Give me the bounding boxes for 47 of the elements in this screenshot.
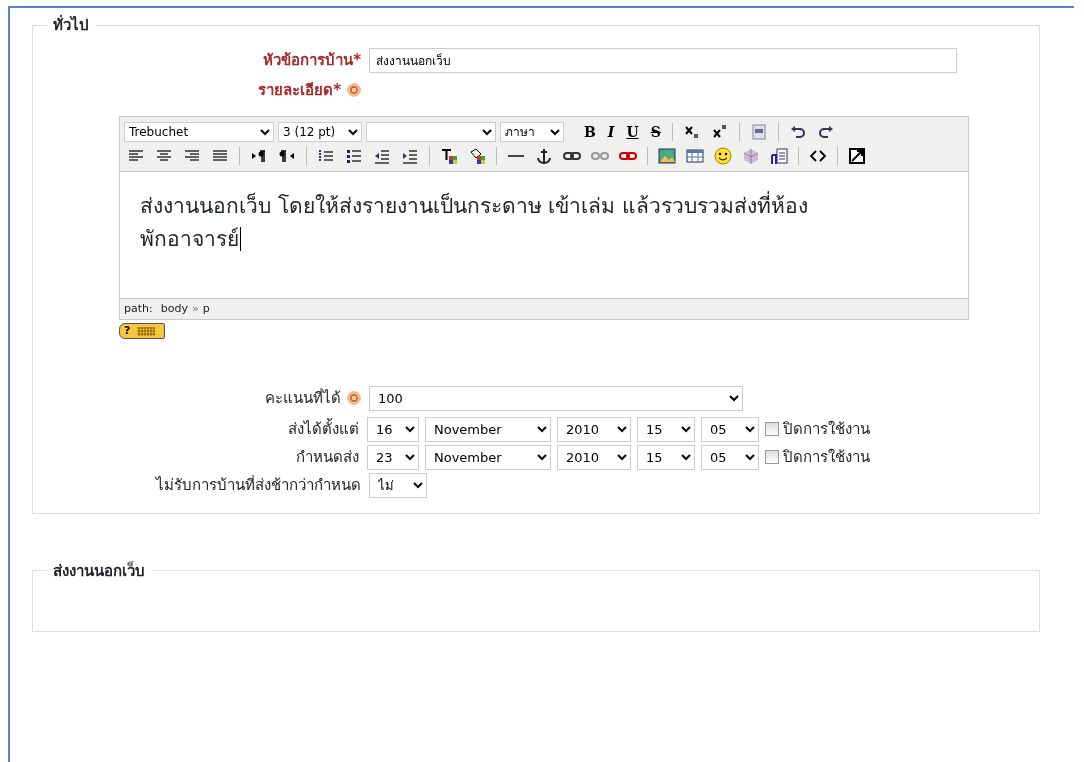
field-label: หัวข้อการบ้าน* — [262, 50, 361, 72]
field-label: ไม่รับการบ้านที่ส่งช้ากว่ากำหนด — [156, 475, 361, 494]
minute-dropdown[interactable]: 05 — [701, 444, 759, 470]
keyboard-help-button[interactable]: ? — [119, 323, 166, 340]
editor-text-area[interactable]: ส่งงานนอกเว็บ โดยให้ส่งรายงานเป็นกระดาษ เข้าเล่ม แล้วรวบรวมส่งที่ห้องพักอาจารย์ — [120, 170, 968, 299]
field-label: รายละเอียด* — [258, 80, 341, 101]
fill-color-icon[interactable] — [468, 146, 486, 165]
late-dropdown[interactable]: ไม่ — [369, 472, 427, 498]
field-label: ส่งได้ตั้งแต่ — [288, 419, 359, 438]
underline-button[interactable]: U — [622, 122, 643, 141]
image-icon[interactable] — [658, 146, 676, 165]
anchor-icon[interactable] — [535, 146, 553, 165]
text-color-icon[interactable] — [440, 146, 458, 165]
italic-button[interactable]: I — [603, 122, 619, 141]
year-dropdown[interactable]: 2010 — [557, 416, 631, 442]
section-legend: ส่งงานนอกเว็บ — [47, 561, 151, 580]
smiley-icon[interactable] — [714, 146, 732, 165]
grade-dropdown[interactable]: 100 — [369, 385, 743, 411]
bold-button[interactable]: B — [580, 122, 600, 141]
title-input[interactable]: ส่งงานนอกเว็บ — [369, 48, 957, 73]
strikethrough-button[interactable]: S — [646, 122, 665, 141]
table-icon[interactable] — [686, 146, 704, 165]
hour-dropdown[interactable]: 15 — [637, 444, 695, 470]
paste-icon[interactable] — [770, 146, 788, 165]
hour-dropdown[interactable]: 15 — [637, 416, 695, 442]
toolbar-dropdown[interactable]: 3 (12 pt) — [278, 121, 362, 142]
month-dropdown[interactable]: November — [425, 444, 551, 470]
toolbar-dropdown[interactable]: Trebuchet — [124, 121, 274, 142]
field-label: คะแนนที่ได้ — [265, 387, 341, 409]
field-label: กำหนดส่ง — [296, 447, 359, 466]
month-dropdown[interactable]: November — [425, 416, 551, 442]
toolbar-dropdown[interactable]: ภาษา — [500, 121, 564, 142]
path-separator: » — [191, 301, 199, 315]
editor-text: ส่งงานนอกเว็บ โดยให้ส่งรายงานเป็นกระดาษ เข้าเล่ม แล้วรวบรวมส่งที่ห้องพักอาจารย์ — [140, 193, 809, 252]
minute-dropdown[interactable]: 05 — [701, 416, 759, 442]
section-legend: ทั่วไป — [47, 16, 95, 34]
path-label: path: — [124, 301, 153, 315]
day-dropdown[interactable]: 23 — [367, 444, 419, 470]
document-icon[interactable] — [749, 122, 768, 141]
disable-checkbox[interactable]: ปิดการใช้งาน — [765, 445, 870, 469]
cube-icon[interactable] — [742, 146, 760, 165]
year-dropdown[interactable]: 2010 — [557, 444, 631, 470]
disable-checkbox[interactable]: ปิดการใช้งาน — [765, 417, 870, 441]
fullscreen-icon[interactable] — [848, 146, 866, 165]
path-link[interactable]: p — [202, 301, 210, 315]
path-link[interactable]: body — [160, 301, 188, 315]
day-dropdown[interactable]: 16 — [367, 416, 419, 442]
